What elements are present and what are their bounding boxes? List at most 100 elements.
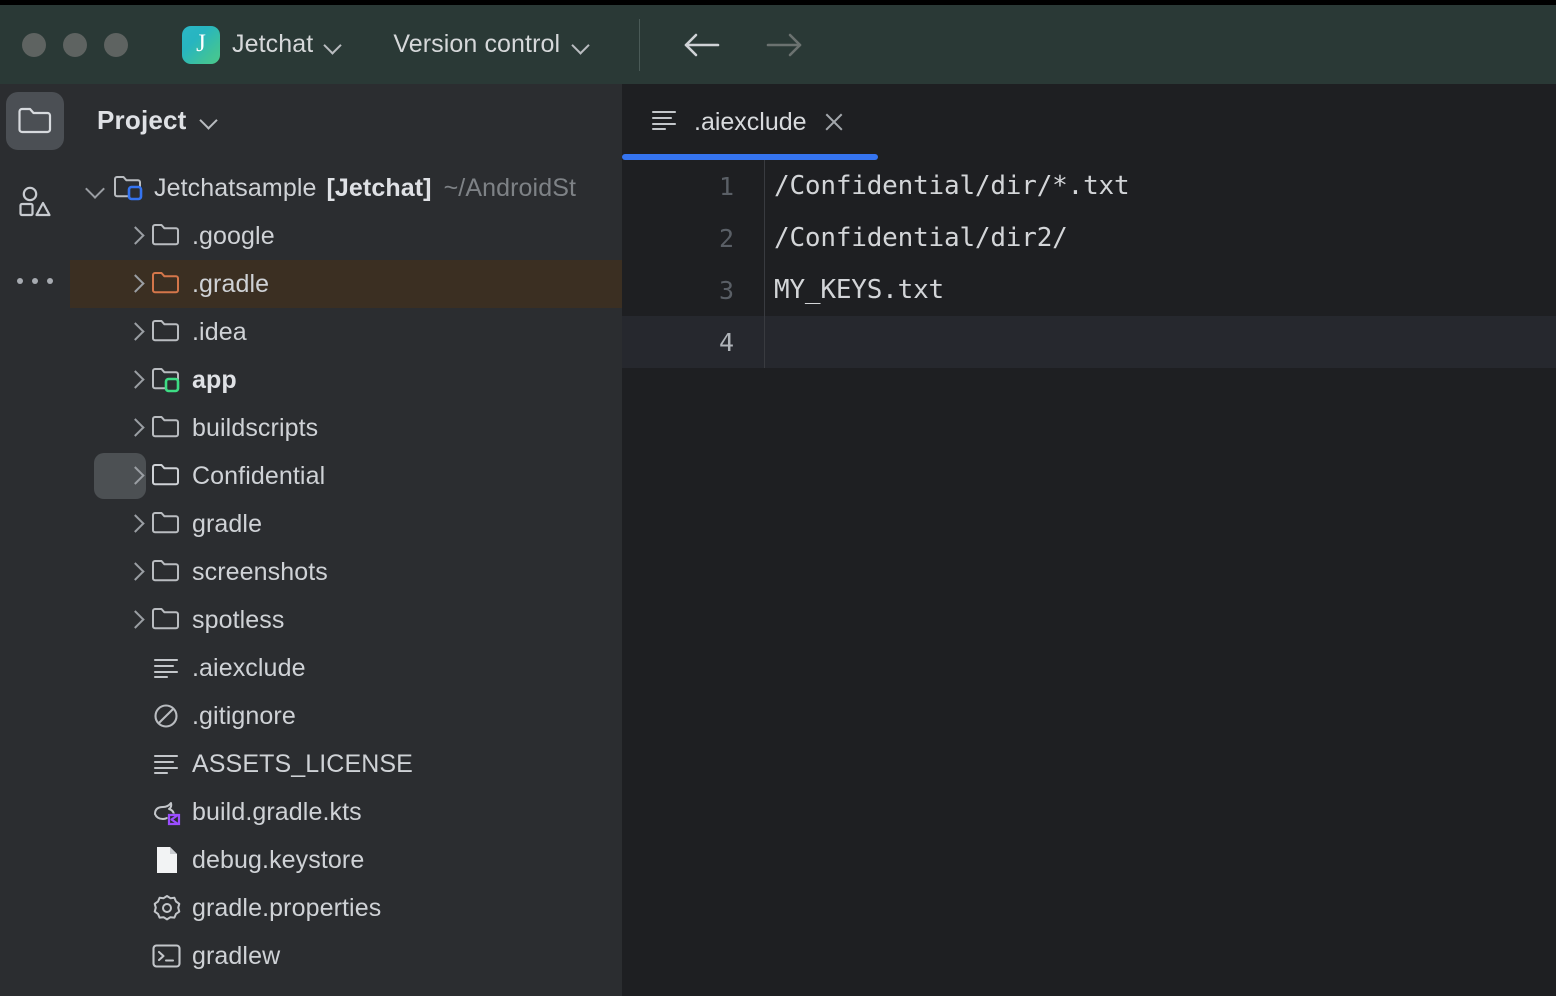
twisty-collapsed-icon[interactable] [120, 509, 150, 539]
toolbar-separator [639, 19, 640, 71]
navigation-buttons [680, 25, 806, 65]
twisty-collapsed-icon[interactable] [120, 557, 150, 587]
code-line-current[interactable]: 4 [622, 316, 1556, 368]
tool-window-strip [0, 84, 70, 996]
editor-area: .aiexclude 1 /Confidential/dir/*.txt 2 /… [622, 84, 1556, 996]
tree-row-build-gradle-kts[interactable]: build.gradle.kts [70, 788, 622, 836]
chevron-down-icon [573, 37, 589, 53]
twisty-collapsed-icon[interactable] [120, 605, 150, 635]
tree-label: screenshots [192, 558, 328, 587]
zoom-window-button[interactable] [104, 33, 128, 57]
version-control-label: Version control [393, 30, 560, 59]
project-tool-window: Project Jetchatsample [Jetchat] ~/Androi… [70, 84, 622, 996]
twisty-spacer [120, 941, 150, 971]
tree-row-screenshots[interactable]: screenshots [70, 548, 622, 596]
tool-button-more[interactable] [6, 252, 64, 310]
line-text: /Confidential/dir2/ [764, 223, 1068, 253]
twisty-spacer [120, 893, 150, 923]
tree-label: gradle.properties [192, 894, 381, 923]
project-panel-header[interactable]: Project [70, 84, 622, 156]
more-dots-icon [17, 278, 53, 284]
line-number: 3 [622, 276, 764, 305]
generic-file-icon [150, 845, 184, 875]
twisty-collapsed-icon[interactable] [120, 413, 150, 443]
project-tree: Jetchatsample [Jetchat] ~/AndroidSt .goo… [70, 156, 622, 980]
tree-label: .aiexclude [192, 654, 306, 683]
ignore-file-icon [150, 701, 184, 731]
twisty-spacer [120, 845, 150, 875]
gutter-separator [764, 160, 765, 368]
tree-label: .gitignore [192, 702, 296, 731]
title-bar: J Jetchat Version control [0, 0, 1556, 84]
project-avatar-icon: J [182, 26, 220, 64]
twisty-collapsed-icon[interactable] [120, 365, 150, 395]
tree-row-gitignore[interactable]: .gitignore [70, 692, 622, 740]
folder-icon [150, 605, 184, 635]
version-control-selector[interactable]: Version control [387, 26, 595, 63]
tree-label: ASSETS_LICENSE [192, 750, 413, 779]
tree-row-confidential[interactable]: Confidential [70, 452, 622, 500]
twisty-expanded-icon[interactable] [82, 173, 112, 203]
line-number: 2 [622, 224, 764, 253]
code-line[interactable]: 1 /Confidential/dir/*.txt [622, 160, 1556, 212]
twisty-collapsed-icon[interactable] [120, 269, 150, 299]
close-icon[interactable] [821, 109, 847, 135]
tree-label: Jetchatsample [154, 174, 317, 203]
back-button[interactable] [680, 25, 726, 65]
tool-button-project[interactable] [6, 92, 64, 150]
tree-row-spotless[interactable]: spotless [70, 596, 622, 644]
tree-label: spotless [192, 606, 285, 635]
minimize-window-button[interactable] [63, 33, 87, 57]
tree-row-gradlew[interactable]: gradlew [70, 932, 622, 980]
panel-title: Project [97, 105, 187, 136]
tree-row-gradle-dot[interactable]: .gradle [70, 260, 622, 308]
traffic-lights [22, 33, 128, 57]
properties-file-icon [150, 893, 184, 923]
twisty-spacer [120, 797, 150, 827]
twisty-collapsed-icon[interactable] [120, 461, 150, 491]
ide-window: J Jetchat Version control [0, 0, 1556, 996]
shapes-icon [17, 185, 53, 217]
arrow-left-icon [682, 30, 724, 60]
folder-icon [150, 461, 184, 491]
tree-row-app[interactable]: app [70, 356, 622, 404]
twisty-spacer [120, 749, 150, 779]
tree-row-google[interactable]: .google [70, 212, 622, 260]
tree-label-path: ~/AndroidSt [444, 174, 576, 203]
folder-icon [150, 413, 184, 443]
tree-row-debug-keystore[interactable]: debug.keystore [70, 836, 622, 884]
tree-row-aiexclude[interactable]: .aiexclude [70, 644, 622, 692]
twisty-collapsed-icon[interactable] [120, 317, 150, 347]
tree-row-gradle[interactable]: gradle [70, 500, 622, 548]
tree-label: debug.keystore [192, 846, 364, 875]
tree-row-buildscripts[interactable]: buildscripts [70, 404, 622, 452]
folder-icon [150, 557, 184, 587]
tree-label: Confidential [192, 462, 325, 491]
folder-icon [17, 106, 53, 136]
folder-excluded-icon [150, 269, 184, 299]
tree-row-idea[interactable]: .idea [70, 308, 622, 356]
close-window-button[interactable] [22, 33, 46, 57]
code-line[interactable]: 2 /Confidential/dir2/ [622, 212, 1556, 264]
editor-tab-label: .aiexclude [694, 108, 807, 137]
twisty-collapsed-icon[interactable] [120, 221, 150, 251]
text-file-icon [150, 749, 184, 779]
project-selector[interactable]: J Jetchat [176, 22, 347, 68]
editor-tab-bar: .aiexclude [622, 84, 1556, 160]
tool-button-structure[interactable] [6, 172, 64, 230]
arrow-right-icon [762, 30, 804, 60]
tree-row-assets-license[interactable]: ASSETS_LICENSE [70, 740, 622, 788]
code-editor[interactable]: 1 /Confidential/dir/*.txt 2 /Confidentia… [622, 160, 1556, 368]
folder-module-blue-icon [112, 173, 146, 203]
code-line[interactable]: 3 MY_KEYS.txt [622, 264, 1556, 316]
tree-row-gradle-properties[interactable]: gradle.properties [70, 884, 622, 932]
forward-button[interactable] [760, 25, 806, 65]
tree-label: app [192, 366, 237, 395]
tree-label-suffix: [Jetchat] [327, 174, 432, 203]
editor-tab-aiexclude[interactable]: .aiexclude [622, 84, 873, 160]
text-file-icon [150, 653, 184, 683]
folder-icon [150, 317, 184, 347]
tree-row-root[interactable]: Jetchatsample [Jetchat] ~/AndroidSt [70, 164, 622, 212]
tree-label: gradlew [192, 942, 280, 971]
chevron-down-icon [325, 37, 341, 53]
